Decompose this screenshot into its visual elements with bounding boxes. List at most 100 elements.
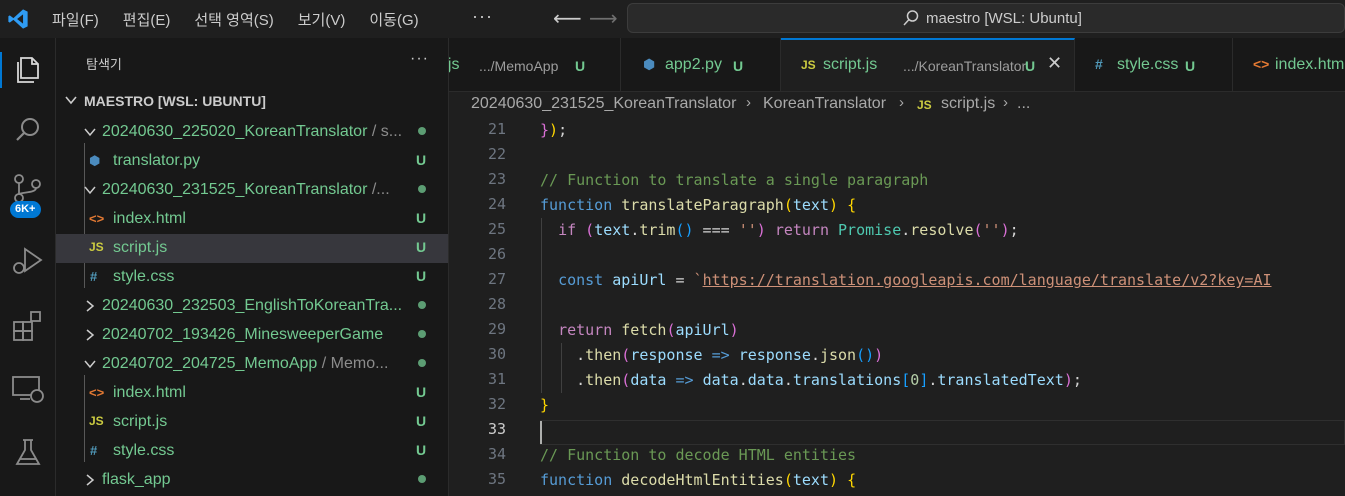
menu-edit[interactable]: 편집(E): [123, 9, 171, 30]
tree-file[interactable]: ⬢ translator.py U: [56, 147, 448, 176]
code-line-31: .then(data => data.data.translations[0].…: [540, 371, 1082, 389]
code-line-21: });: [540, 121, 568, 139]
tree-folder[interactable]: 20240630_231525_KoreanTranslator /...: [56, 176, 448, 205]
code-line-35: function decodeHtmlEntities(text) {: [540, 471, 857, 489]
untracked-status: U: [416, 152, 427, 168]
explorer-sidebar: 탐색기 ··· MAESTRO [WSL: UBUNTU] 20240630_2…: [56, 38, 449, 496]
untracked-status: U: [416, 384, 427, 400]
code-line-29: return fetch(apiUrl): [558, 321, 739, 339]
tab-memoapp-script[interactable]: t.js .../MemoApp U: [449, 38, 621, 91]
code-line-34: // Function to decode HTML entities: [540, 446, 857, 464]
tree-file-selected[interactable]: JS script.js U: [56, 234, 448, 263]
back-arrow-icon[interactable]: ⟵: [553, 6, 582, 31]
line-number: 25: [487, 220, 506, 238]
editor-tabs: t.js .../MemoApp U ⬢ app2.py U JS script…: [449, 38, 1345, 92]
line-number: 32: [487, 395, 506, 413]
modified-dot: [418, 330, 426, 338]
line-number: 31: [487, 370, 506, 388]
chevron-down-icon: [84, 186, 96, 195]
tab-name: app2.py: [665, 56, 722, 73]
line-number: 26: [487, 245, 506, 263]
extensions-icon[interactable]: [8, 306, 48, 346]
close-tab-icon[interactable]: ✕: [1047, 53, 1062, 74]
menu-file[interactable]: 파일(F): [52, 9, 99, 30]
explorer-more-icon[interactable]: ···: [410, 50, 429, 68]
tab-app2-py[interactable]: ⬢ app2.py U: [621, 38, 781, 91]
file-name: index.html: [113, 384, 186, 401]
tab-style-css[interactable]: # style.css U: [1075, 38, 1233, 91]
forward-arrow-icon[interactable]: ⟶: [589, 6, 618, 31]
search-sidebar-icon[interactable]: [8, 110, 48, 150]
tab-status: U: [575, 58, 586, 74]
folder-sub: / Memo...: [317, 355, 389, 372]
tree-file[interactable]: JS script.js U: [56, 408, 448, 437]
command-center-search[interactable]: maestro [WSL: Ubuntu]: [627, 3, 1345, 33]
remote-explorer-icon[interactable]: [8, 368, 48, 408]
html-file-icon: <>: [89, 385, 105, 400]
code-line-30: .then(response => response.json()): [540, 346, 884, 364]
tab-description: .../KoreanTranslator: [903, 58, 1027, 74]
breadcrumb-subfolder[interactable]: KoreanTranslator: [763, 95, 886, 113]
css-file-icon: #: [1095, 56, 1103, 72]
untracked-status: U: [416, 268, 427, 284]
breadcrumb-chevron-icon: ›: [899, 94, 904, 111]
tree-file[interactable]: # style.css U: [56, 263, 448, 292]
code-line-24: function translateParagraph(text) {: [540, 196, 857, 214]
vscode-logo-icon[interactable]: [7, 8, 29, 30]
tab-script-js-active[interactable]: JS script.js .../KoreanTranslator U ✕: [781, 38, 1075, 91]
file-name: translator.py: [113, 152, 201, 169]
folder-sub: / s...: [367, 123, 403, 140]
javascript-file-icon: JS: [801, 58, 816, 72]
breadcrumb-chevron-icon: ›: [1003, 94, 1008, 111]
line-number: 30: [487, 345, 506, 363]
tree-file[interactable]: <> index.html U: [56, 379, 448, 408]
untracked-status: U: [416, 413, 427, 429]
chevron-down-icon: [84, 360, 96, 369]
tab-status: U: [733, 58, 744, 74]
breadcrumb-file[interactable]: script.js: [941, 95, 995, 113]
folder-sub: /...: [367, 181, 390, 198]
active-indicator: [0, 52, 2, 88]
text-cursor: [540, 421, 542, 444]
python-file-icon: ⬢: [89, 153, 101, 168]
chevron-right-icon: [86, 329, 95, 341]
tree-file[interactable]: <> index.html U: [56, 205, 448, 234]
menu-bar: 파일(F) 편집(E) 선택 영역(S) 보기(V) 이동(G): [52, 9, 419, 30]
tab-index-html[interactable]: <> index.htm: [1233, 38, 1345, 91]
breadcrumb-symbols[interactable]: ...: [1017, 95, 1030, 113]
breadcrumb-folder[interactable]: 20240630_231525_KoreanTranslator: [471, 95, 736, 113]
line-number: 28: [487, 295, 506, 313]
tree-folder[interactable]: 20240630_225020_KoreanTranslator / s...: [56, 118, 448, 147]
menu-go[interactable]: 이동(G): [369, 9, 418, 30]
python-file-icon: ⬢: [643, 56, 656, 72]
menu-selection[interactable]: 선택 영역(S): [194, 9, 273, 30]
breadcrumb: 20240630_231525_KoreanTranslator › Korea…: [449, 92, 1345, 118]
tab-status: U: [1025, 58, 1036, 74]
modified-dot: [418, 185, 426, 193]
chevron-right-icon: [86, 474, 95, 486]
line-number: 24: [487, 195, 506, 213]
folder-name: 20240630_232503_EnglishToKoreanTra...: [102, 297, 403, 314]
file-name: style.css: [113, 442, 175, 459]
testing-flask-icon[interactable]: [8, 432, 48, 472]
explorer-icon[interactable]: [8, 50, 48, 90]
tab-status: U: [1185, 58, 1196, 74]
tree-file[interactable]: # style.css U: [56, 437, 448, 466]
css-file-icon: #: [90, 269, 98, 284]
code-line-32: }: [540, 396, 550, 414]
workspace-label: MAESTRO [WSL: UBUNTU]: [84, 93, 266, 109]
css-file-icon: #: [90, 443, 98, 458]
code-editor[interactable]: 21 22 23 24 25 26 27 28 29 30 31 32 33 3…: [449, 118, 1345, 496]
tree-folder[interactable]: 20240702_204725_MemoApp / Memo...: [56, 350, 448, 379]
menu-more-icon[interactable]: ···: [472, 6, 493, 27]
javascript-file-icon: JS: [917, 98, 932, 112]
menu-view[interactable]: 보기(V): [298, 9, 346, 30]
line-number-gutter: 21 22 23 24 25 26 27 28 29 30 31 32 33 3…: [449, 118, 519, 496]
tree-folder[interactable]: flask_app: [56, 466, 448, 495]
tree-folder[interactable]: 20240630_232503_EnglishToKoreanTra...: [56, 292, 448, 321]
line-number-current: 33: [487, 420, 506, 438]
html-file-icon: <>: [1253, 56, 1270, 72]
workspace-root[interactable]: MAESTRO [WSL: UBUNTU]: [56, 91, 448, 113]
run-debug-icon[interactable]: [8, 240, 48, 280]
tree-folder[interactable]: 20240702_193426_MinesweeperGame: [56, 321, 448, 350]
